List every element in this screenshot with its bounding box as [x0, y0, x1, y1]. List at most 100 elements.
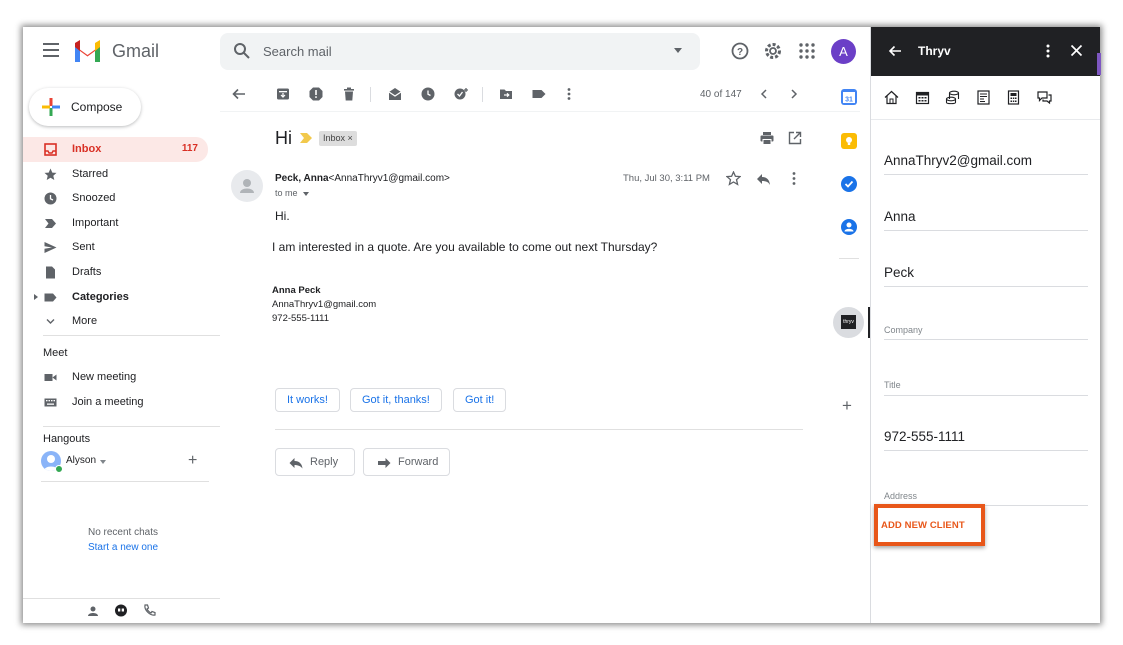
search-options-icon[interactable] [674, 48, 682, 53]
address-field[interactable]: Address [884, 482, 1088, 506]
settings-gear-icon[interactable] [763, 41, 783, 61]
start-new-chat-link[interactable]: Start a new one [23, 542, 223, 553]
phone-icon[interactable] [143, 604, 156, 617]
title-placeholder[interactable]: Title [884, 380, 901, 390]
calendar-icon[interactable] [915, 90, 930, 105]
add-new-client-button[interactable]: ADD NEW CLIENT [881, 520, 965, 531]
sidebar-item-important[interactable]: Important [23, 211, 208, 236]
home-icon[interactable] [884, 90, 899, 105]
online-status-icon [55, 465, 63, 473]
add-to-tasks-icon[interactable] [454, 87, 468, 101]
newer-chevron-icon[interactable] [757, 87, 771, 101]
forward-button[interactable]: Forward [363, 448, 450, 476]
star-outline-icon[interactable] [726, 171, 741, 186]
chevron-down-icon [46, 319, 55, 325]
recipient-details[interactable]: to me [275, 188, 310, 198]
calculator-icon[interactable] [1006, 90, 1021, 105]
signature-name: Anna Peck [272, 285, 321, 296]
archive-icon[interactable] [276, 87, 290, 101]
hangouts-status-caret-icon[interactable] [100, 460, 106, 464]
first-name-field[interactable]: Anna [884, 203, 1088, 231]
get-addons-plus-icon[interactable]: + [842, 396, 852, 416]
move-to-icon[interactable] [499, 87, 513, 101]
hangouts-bottom-tabs [23, 598, 220, 623]
apps-grid-icon[interactable] [797, 41, 817, 61]
sidebar-item-inbox[interactable]: Inbox 117 [23, 137, 208, 162]
new-chat-plus-icon[interactable]: + [188, 452, 197, 470]
important-marker-icon[interactable] [300, 133, 312, 143]
invoice-icon[interactable] [976, 90, 991, 105]
first-name-value[interactable]: Anna [884, 209, 916, 224]
reply-icon[interactable] [756, 172, 771, 186]
phone-field[interactable]: 972-555-1111 [884, 422, 1088, 451]
calendar-icon[interactable]: 31 [841, 89, 857, 105]
search-icon[interactable] [233, 42, 251, 60]
smart-reply-button[interactable]: Got it, thanks! [350, 388, 442, 412]
sidebar-item-categories[interactable]: Categories [23, 285, 208, 310]
expand-arrow-icon[interactable] [34, 293, 38, 300]
smart-reply-button[interactable]: Got it! [453, 388, 507, 412]
account-avatar[interactable]: A [831, 39, 856, 64]
new-meeting-item[interactable]: New meeting [23, 365, 208, 390]
company-placeholder[interactable]: Company [884, 325, 923, 335]
email-value[interactable]: AnnaThryv2@gmail.com [884, 153, 1032, 168]
gmail-brand-text: Gmail [112, 41, 160, 61]
print-icon[interactable] [760, 131, 774, 145]
meet-list: New meeting Join a meeting [23, 365, 208, 414]
last-name-field[interactable]: Peck [884, 259, 1088, 287]
labels-icon[interactable] [532, 87, 546, 101]
compose-button[interactable]: Compose [29, 88, 141, 126]
sidebar-item-more[interactable]: More [23, 309, 208, 334]
smart-reply-button[interactable]: It works! [275, 388, 340, 412]
pagination-count: 40 of 147 [700, 89, 742, 100]
contacts-icon[interactable] [87, 605, 99, 617]
draft-icon [46, 266, 55, 279]
details-caret-icon[interactable] [303, 191, 310, 196]
gmail-logo-icon[interactable] [73, 40, 102, 62]
open-new-window-icon[interactable] [788, 131, 802, 145]
sidebar-item-starred[interactable]: Starred [23, 162, 208, 187]
back-arrow-icon[interactable] [232, 87, 246, 101]
close-icon[interactable] [1070, 44, 1083, 57]
hangouts-chat-icon[interactable] [114, 604, 128, 618]
clock-icon [44, 192, 57, 205]
last-name-value[interactable]: Peck [884, 265, 914, 280]
older-chevron-icon[interactable] [787, 87, 801, 101]
tasks-icon[interactable] [841, 176, 857, 192]
recipient-text: to me [275, 188, 298, 198]
sidebar-item-snoozed[interactable]: Snoozed [23, 186, 208, 211]
sidebar-item-drafts[interactable]: Drafts [23, 260, 208, 285]
report-spam-icon[interactable] [309, 87, 323, 101]
email-field[interactable]: AnnaThryv2@gmail.com [884, 147, 1088, 175]
background-edge [1097, 53, 1101, 75]
main-menu-icon[interactable] [43, 43, 59, 57]
join-meeting-item[interactable]: Join a meeting [23, 390, 208, 415]
inbox-label-chip[interactable]: Inbox × [319, 131, 357, 146]
coins-icon[interactable] [945, 90, 960, 105]
help-icon[interactable]: ? [730, 41, 750, 61]
search-bar[interactable]: Search mail [220, 33, 700, 70]
hangouts-user[interactable]: Alyson [41, 451, 209, 473]
snooze-icon[interactable] [421, 87, 435, 101]
title-field[interactable]: Title [884, 370, 1088, 396]
more-options-icon[interactable] [562, 87, 576, 101]
thryv-more-icon[interactable] [1045, 43, 1051, 59]
company-field[interactable]: Company [884, 315, 1088, 340]
search-input[interactable]: Search mail [263, 44, 332, 59]
keep-icon[interactable] [841, 133, 857, 149]
toolbar-separator [370, 87, 371, 102]
contacts-icon[interactable] [841, 219, 857, 235]
svg-text:31: 31 [845, 97, 853, 104]
thryv-addon-button[interactable]: thryv [833, 307, 864, 338]
sidebar-item-sent[interactable]: Sent [23, 235, 208, 260]
side-panel-strip: 31 thryv + [827, 79, 870, 623]
back-arrow-icon[interactable] [888, 44, 902, 58]
message-more-icon[interactable] [789, 171, 799, 186]
mark-unread-icon[interactable] [388, 87, 402, 101]
reply-button[interactable]: Reply [275, 448, 355, 476]
thryv-nav-icons [871, 76, 1100, 120]
delete-icon[interactable] [342, 87, 356, 101]
chat-bubbles-icon[interactable] [1037, 90, 1052, 105]
phone-value[interactable]: 972-555-1111 [884, 429, 965, 444]
address-placeholder[interactable]: Address [884, 491, 917, 501]
